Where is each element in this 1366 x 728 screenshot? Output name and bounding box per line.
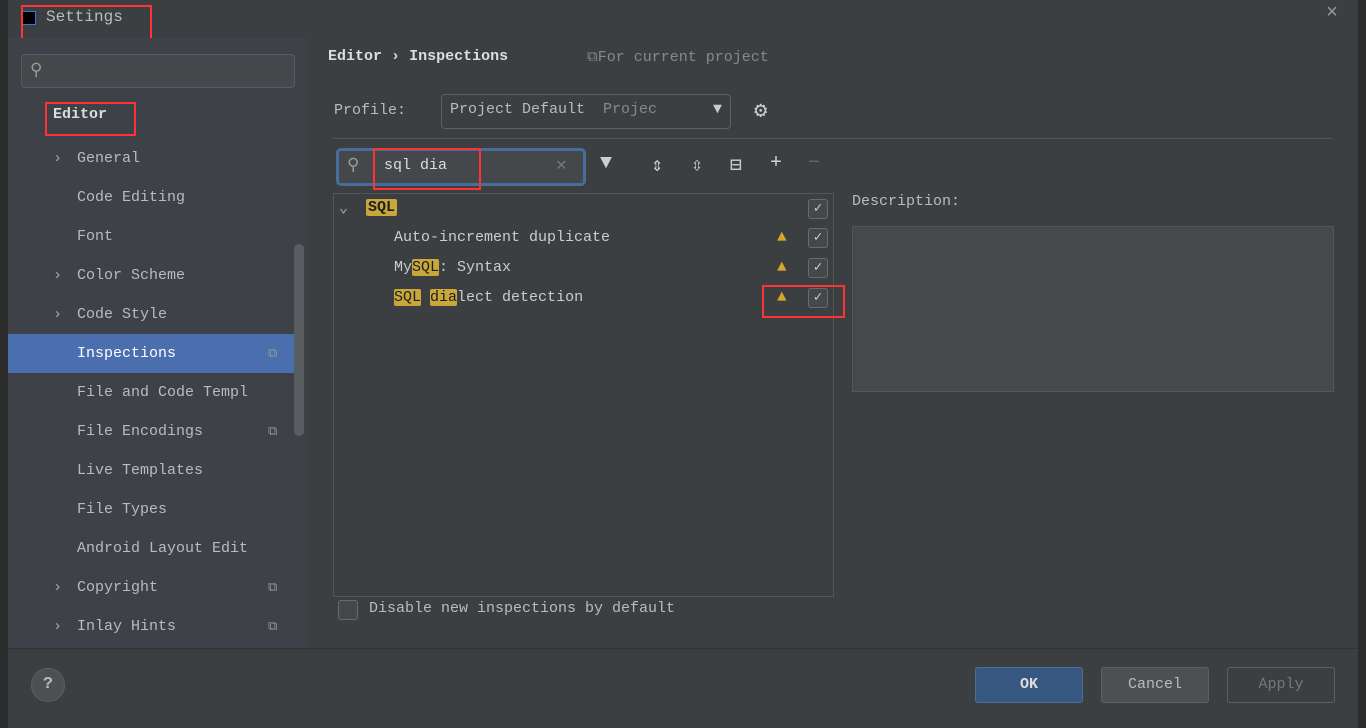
- profile-dropdown[interactable]: Project Default Projec ▼: [441, 94, 731, 129]
- inspection-item[interactable]: SQL dialect detection: [394, 289, 583, 306]
- item-text: [421, 289, 430, 306]
- item-checkbox[interactable]: ✓: [808, 228, 828, 248]
- divider: [333, 138, 1333, 139]
- project-scope-icon: ⧉: [268, 424, 278, 439]
- profile-hint: Projec: [603, 101, 658, 118]
- footer-divider: [8, 648, 1358, 649]
- chevron-right-icon: ›: [53, 267, 63, 284]
- scope-label: ⧉For current project: [587, 48, 769, 66]
- sidebar-item[interactable]: › Inlay Hints ⧉: [8, 607, 298, 646]
- collapse-all-icon[interactable]: ⇳: [691, 152, 703, 178]
- sidebar-item[interactable]: › Color Scheme: [8, 256, 298, 295]
- item-text: SQL: [412, 259, 440, 276]
- sidebar: ⚲ Editor › General Code Editing Font › Color …: [8, 38, 308, 648]
- sidebar-item[interactable]: Code Editing: [8, 178, 298, 217]
- search-icon: ⚲: [30, 62, 43, 81]
- scope-text: For current project: [597, 49, 769, 66]
- help-button[interactable]: ?: [31, 668, 65, 702]
- chevron-down-icon[interactable]: ⌄: [339, 198, 348, 217]
- search-icon: ⚲: [347, 157, 360, 176]
- sidebar-item-label: Font: [77, 228, 114, 245]
- chevron-right-icon: ›: [53, 306, 63, 323]
- expand-all-icon[interactable]: ⇕: [651, 152, 663, 178]
- sidebar-item-label: General: [77, 150, 141, 167]
- sidebar-item[interactable]: › Copyright ⧉: [8, 568, 298, 607]
- sidebar-item-label: Code Style: [77, 306, 168, 323]
- sidebar-item[interactable]: File and Code Templ: [8, 373, 298, 412]
- sidebar-item[interactable]: › General: [8, 139, 298, 178]
- project-scope-icon: ⧉: [268, 346, 278, 361]
- group-checkbox[interactable]: ✓: [808, 199, 828, 219]
- cancel-button[interactable]: Cancel: [1101, 667, 1209, 703]
- sidebar-item[interactable]: Inspections ⧉: [8, 334, 298, 373]
- description-label: Description:: [852, 193, 961, 210]
- sidebar-item[interactable]: › Code Style: [8, 295, 298, 334]
- profile-value: Project Default: [450, 101, 586, 118]
- breadcrumb-separator: ›: [391, 48, 401, 65]
- sidebar-item-label: Inspections: [77, 345, 177, 362]
- close-button[interactable]: ×: [1326, 2, 1338, 25]
- add-icon[interactable]: +: [770, 152, 782, 175]
- profile-label: Profile:: [334, 102, 407, 119]
- sidebar-scrollbar[interactable]: [294, 244, 304, 436]
- project-scope-icon: ⧉: [268, 580, 278, 595]
- sidebar-item[interactable]: File Encodings ⧉: [8, 412, 298, 451]
- sidebar-item-label: Code Editing: [77, 189, 186, 206]
- disable-new-checkbox[interactable]: [338, 600, 358, 620]
- sidebar-item-label: File and Code Templ: [77, 384, 249, 401]
- sidebar-item-label: Live Templates: [77, 462, 204, 479]
- breadcrumb-current: Inspections: [409, 48, 509, 65]
- inspection-item[interactable]: Auto-increment duplicate: [394, 229, 610, 246]
- sidebar-item-label: Android Layout Edit: [77, 540, 249, 557]
- sidebar-item[interactable]: File Types: [8, 490, 298, 529]
- disable-new-label[interactable]: Disable new inspections by default: [369, 600, 675, 617]
- breadcrumb-parent[interactable]: Editor: [328, 48, 382, 65]
- inspection-item[interactable]: MySQL: Syntax: [394, 259, 511, 276]
- filter-icon[interactable]: ▼: [600, 152, 612, 175]
- apply-button[interactable]: Apply: [1227, 667, 1335, 703]
- reset-icon[interactable]: ⊟: [730, 152, 742, 178]
- description-panel: [852, 226, 1334, 392]
- project-scope-icon: ⧉: [268, 619, 278, 634]
- sidebar-item-label: File Types: [77, 501, 168, 518]
- sidebar-item[interactable]: Font: [8, 217, 298, 256]
- sidebar-item-label: File Encodings: [77, 423, 204, 440]
- inspection-tree: ⌄ SQL ✓ Auto-increment duplicate ▲ ✓ MySQL:…: [333, 193, 834, 597]
- breadcrumb: Editor › Inspections: [328, 48, 508, 65]
- sidebar-item[interactable]: Live Templates: [8, 451, 298, 490]
- item-text: dia: [430, 289, 458, 306]
- gear-icon[interactable]: ⚙: [754, 98, 767, 124]
- item-text: Auto-increment duplicate: [394, 229, 611, 246]
- item-text: : Syntax: [439, 259, 512, 276]
- sidebar-item-label: Copyright: [77, 579, 159, 596]
- item-text: lect detection: [457, 289, 584, 306]
- chevron-down-icon: ▼: [712, 101, 722, 118]
- ok-button[interactable]: OK: [975, 667, 1083, 703]
- warning-icon: ▲: [777, 258, 787, 276]
- sidebar-item[interactable]: Android Layout Edit: [8, 529, 298, 568]
- item-checkbox[interactable]: ✓: [808, 258, 828, 278]
- chevron-right-icon: ›: [53, 579, 63, 596]
- sidebar-search-input[interactable]: ⚲: [21, 54, 295, 88]
- chevron-right-icon: ›: [53, 618, 63, 635]
- sidebar-item-label: Color Scheme: [77, 267, 186, 284]
- item-text: SQL: [394, 289, 422, 306]
- clear-search-icon[interactable]: ✕: [556, 154, 567, 176]
- chevron-right-icon: ›: [53, 150, 63, 167]
- tree-group-sql[interactable]: SQL: [366, 199, 398, 216]
- warning-icon: ▲: [777, 228, 787, 246]
- sidebar-item-label: Inlay Hints: [77, 618, 177, 635]
- copy-icon: ⧉: [587, 49, 598, 66]
- remove-icon[interactable]: −: [808, 152, 820, 175]
- item-text: My: [394, 259, 413, 276]
